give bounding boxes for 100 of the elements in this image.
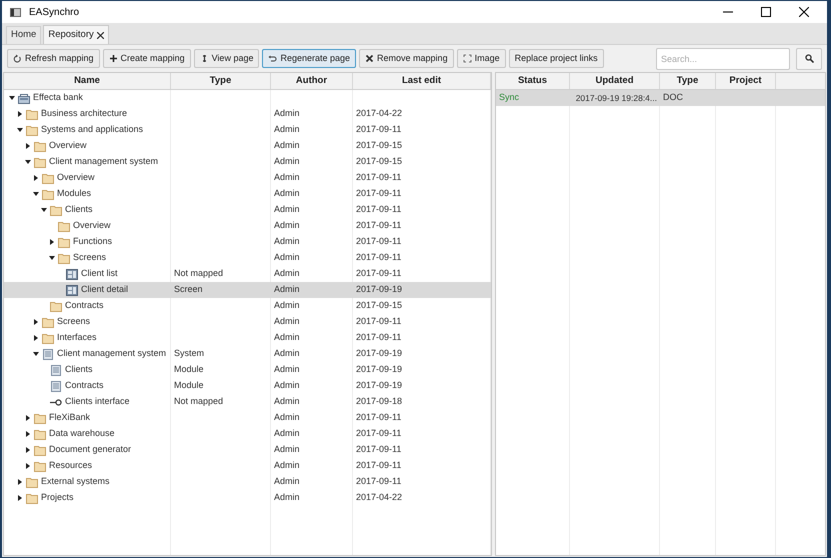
tree-item-label[interactable]: Client management system: [57, 347, 166, 361]
tree-item-label[interactable]: Screens: [73, 251, 106, 265]
folder-icon: [34, 460, 46, 472]
tree-item-label[interactable]: Clients interface: [65, 395, 130, 409]
interface-icon: [50, 396, 62, 408]
tab[interactable]: Home: [6, 26, 42, 44]
toolbar-button[interactable]: Create mapping: [102, 49, 191, 68]
date-cell-text: 2017-09-11: [355, 475, 402, 488]
expand-arrow-icon[interactable]: [17, 479, 23, 485]
tree-item-label[interactable]: Interfaces: [57, 331, 97, 345]
column-header[interactable]: Name: [4, 73, 171, 89]
expand-arrow-icon[interactable]: [25, 143, 31, 149]
collapse-arrow-icon[interactable]: [25, 159, 31, 165]
search-field[interactable]: Search...: [656, 48, 790, 70]
author-cell-text: Admin: [273, 267, 301, 280]
date-cell-text: 2017-09-11: [355, 203, 402, 216]
tree-item-label[interactable]: External systems: [41, 475, 110, 489]
toolbar-button[interactable]: Refresh mapping: [7, 49, 100, 68]
toolbar-button[interactable]: Replace project links: [508, 49, 604, 68]
expand-arrow-icon[interactable]: [49, 239, 55, 245]
date-cell-text: 2017-09-11: [355, 251, 402, 264]
tree-item-label[interactable]: Clients: [65, 363, 93, 377]
selected-row[interactable]: Sync 2017-09-19 19:28:4... DOC: [496, 90, 825, 106]
toolbar-button[interactable]: Regenerate page: [262, 49, 356, 68]
column-header[interactable]: Type: [660, 73, 716, 89]
collapse-arrow-icon[interactable]: [17, 127, 23, 133]
expand-arrow-icon[interactable]: [25, 431, 31, 437]
tree-item-label[interactable]: Client list: [81, 267, 118, 281]
selected-row[interactable]: Client detail Screen Admin 2017-09-19: [4, 282, 491, 298]
toolbar-button[interactable]: Image: [456, 49, 506, 68]
column-header[interactable]: Project: [716, 73, 776, 89]
date-cell-text: 2017-09-15: [355, 139, 404, 152]
collapse-arrow-icon[interactable]: [33, 351, 39, 357]
expand-arrow-icon[interactable]: [33, 175, 39, 181]
expand-arrow-icon[interactable]: [17, 495, 23, 501]
author-cell-text: Admin: [273, 155, 301, 168]
tree-item-label[interactable]: Effecta bank: [33, 91, 83, 105]
author-cell-text: Admin: [273, 443, 301, 456]
package-icon: [18, 92, 30, 104]
author-cell-text: Admin: [273, 283, 301, 296]
toolbar-button[interactable]: View page: [194, 49, 260, 68]
column-header[interactable]: Updated: [570, 73, 660, 89]
date-cell-text: 2017-09-15: [355, 299, 404, 312]
folder-icon: [50, 204, 62, 216]
component-icon: [42, 348, 54, 360]
date-cell-text: 2017-09-11: [355, 187, 402, 200]
author-cell-text: Admin: [273, 331, 301, 344]
tree-item-label[interactable]: Data warehouse: [49, 427, 115, 441]
collapse-arrow-icon[interactable]: [41, 207, 47, 213]
date-cell-text: 2017-09-11: [355, 411, 402, 424]
tree-item-label[interactable]: Overview: [73, 219, 111, 233]
expand-arrow-icon[interactable]: [33, 319, 39, 325]
tree-item-label[interactable]: Overview: [49, 139, 87, 153]
close-icon[interactable]: [96, 32, 104, 38]
tree-item-label[interactable]: Systems and applications: [41, 123, 144, 137]
tree-item-label[interactable]: Functions: [73, 235, 112, 249]
date-cell-text: 2017-09-11: [355, 443, 402, 456]
date-cell-text: 2017-09-15: [355, 155, 404, 168]
type-cell-text: DOC: [662, 91, 684, 104]
status-cell-text: Sync: [498, 91, 520, 104]
tree-item-label[interactable]: Resources: [49, 459, 92, 473]
folder-icon: [26, 108, 38, 120]
column-header[interactable]: Status: [496, 73, 570, 89]
expand-arrow-icon[interactable]: [25, 463, 31, 469]
maximize-icon[interactable]: [761, 7, 771, 17]
column-header[interactable]: Type: [171, 73, 271, 89]
tree-item-label[interactable]: Document generator: [49, 443, 132, 457]
column-header[interactable]: Author: [271, 73, 353, 89]
tree-item-label[interactable]: Client detail: [81, 283, 128, 297]
search-button[interactable]: [796, 48, 822, 70]
tree-item-label[interactable]: FleXiBank: [49, 411, 90, 425]
tab[interactable]: Repository: [43, 25, 109, 44]
expand-arrow-icon[interactable]: [25, 415, 31, 421]
toolbar-button[interactable]: Remove mapping: [359, 49, 454, 68]
tree-item-label[interactable]: Overview: [57, 171, 95, 185]
tree-item-label[interactable]: Client management system: [49, 155, 158, 169]
folder-icon: [34, 412, 46, 424]
date-cell-text: 2017-04-22: [355, 491, 404, 504]
column-header[interactable]: Last edit: [353, 73, 491, 89]
collapse-arrow-icon[interactable]: [33, 191, 39, 197]
folder-icon: [26, 124, 38, 136]
type-cell-text: Module: [173, 363, 205, 376]
close-icon[interactable]: [799, 7, 809, 17]
tree-item-label[interactable]: Clients: [65, 203, 93, 217]
collapse-arrow-icon[interactable]: [49, 255, 55, 261]
refresh-icon: [13, 54, 22, 63]
tree-item-label[interactable]: Screens: [57, 315, 90, 329]
author-cell-text: Admin: [273, 219, 301, 232]
tree-item-label[interactable]: Contracts: [65, 379, 104, 393]
date-cell-text: 2017-09-11: [355, 315, 402, 328]
tree-item-label[interactable]: Business architecture: [41, 107, 128, 121]
expand-arrow-icon[interactable]: [17, 111, 23, 117]
expand-arrow-icon[interactable]: [33, 335, 39, 341]
date-cell-text: 2017-09-19: [355, 347, 404, 360]
tree-item-label[interactable]: Modules: [57, 187, 92, 201]
collapse-arrow-icon[interactable]: [9, 95, 15, 101]
expand-arrow-icon[interactable]: [25, 447, 31, 453]
tree-item-label[interactable]: Contracts: [65, 299, 104, 313]
component-icon: [50, 364, 62, 376]
tree-item-label[interactable]: Projects: [41, 491, 74, 505]
